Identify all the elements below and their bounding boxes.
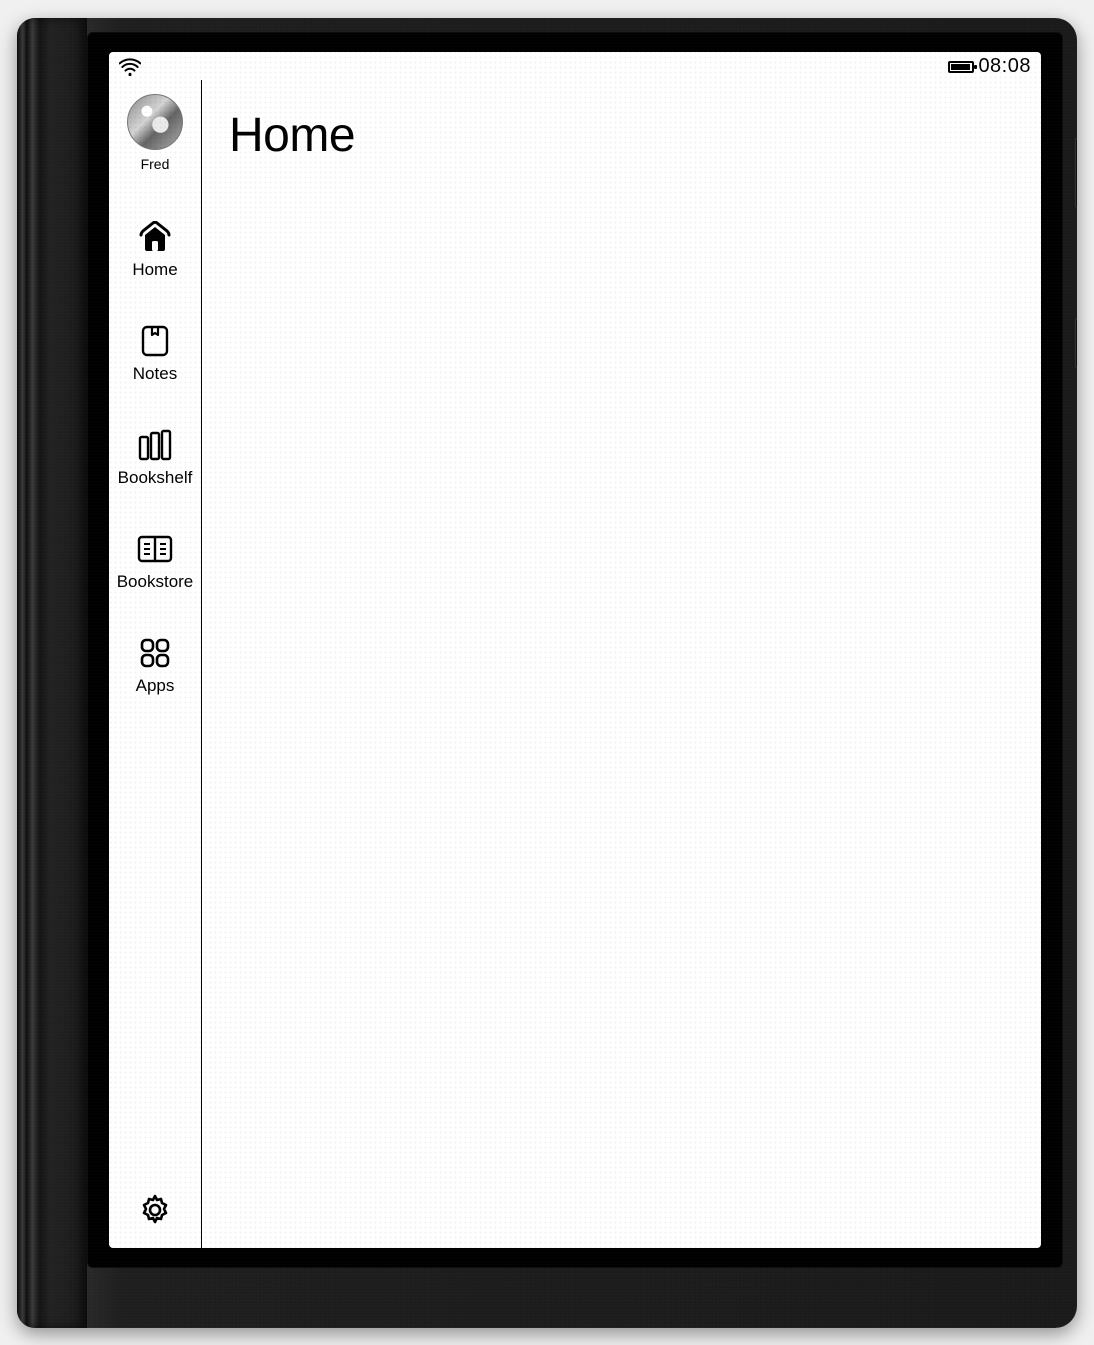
sidebar-item-bookshelf[interactable]: Bookshelf — [109, 428, 201, 488]
status-bar: 08:08 — [109, 52, 1041, 80]
user-profile[interactable]: Fred — [127, 88, 183, 172]
apps-icon — [136, 636, 174, 670]
sidebar-divider — [201, 80, 202, 1248]
avatar — [127, 94, 183, 150]
main-content: Home — [201, 80, 1041, 1248]
gear-icon — [138, 1193, 172, 1227]
power-button[interactable] — [1075, 138, 1077, 208]
home-icon — [136, 220, 174, 254]
sidebar: Fred Home — [109, 80, 201, 1248]
device-bezel: 08:08 Fred — [87, 32, 1063, 1268]
battery-icon — [948, 61, 974, 73]
page-title: Home — [229, 108, 1013, 163]
sidebar-item-label: Bookstore — [117, 572, 194, 592]
device-frame: 08:08 Fred — [17, 18, 1077, 1328]
sidebar-item-label: Home — [132, 260, 177, 280]
sidebar-item-notes[interactable]: Notes — [109, 324, 201, 384]
clock: 08:08 — [978, 55, 1031, 78]
screen: 08:08 Fred — [109, 52, 1041, 1248]
sidebar-item-apps[interactable]: Apps — [109, 636, 201, 696]
sidebar-item-bookstore[interactable]: Bookstore — [109, 532, 201, 592]
username: Fred — [141, 156, 170, 172]
sidebar-item-label: Apps — [136, 676, 175, 696]
sidebar-item-home[interactable]: Home — [109, 220, 201, 280]
bookstore-icon — [136, 532, 174, 566]
wifi-icon — [119, 58, 141, 76]
notes-icon — [136, 324, 174, 358]
sidebar-item-label: Bookshelf — [118, 468, 193, 488]
settings-button[interactable] — [135, 1190, 175, 1230]
bookshelf-icon — [136, 428, 174, 462]
volume-button[interactable] — [1075, 318, 1077, 368]
sidebar-item-label: Notes — [133, 364, 177, 384]
